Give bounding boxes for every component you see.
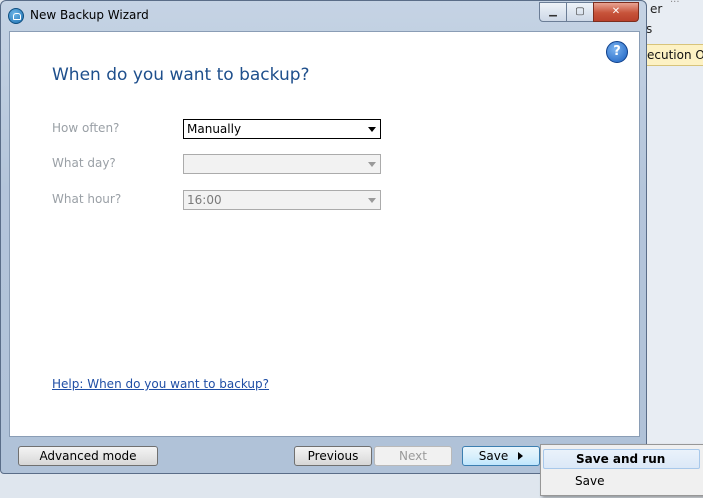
app-icon [8, 8, 24, 24]
close-icon: ✕ [611, 6, 621, 17]
advanced-mode-button[interactable]: Advanced mode [18, 446, 158, 466]
what-day-label: What day? [52, 156, 116, 170]
save-button-label: Save [478, 449, 509, 463]
help-icon[interactable]: ? [606, 41, 628, 63]
chevron-down-icon [368, 162, 376, 167]
chevron-down-icon [368, 127, 376, 132]
background-application: ... er s ecution Or [640, 0, 703, 498]
play-arrow-icon [518, 452, 524, 460]
how-often-dropdown[interactable]: Manually [183, 119, 381, 139]
menu-item-save-and-run[interactable]: Save and run [543, 449, 700, 469]
what-hour-value: 16:00 [187, 193, 222, 207]
what-hour-label: What hour? [52, 192, 122, 206]
window-title: New Backup Wizard [30, 8, 149, 22]
how-often-label: How often? [52, 121, 120, 135]
background-faint-text: ... [670, 0, 680, 5]
wizard-content: ? When do you want to backup? How often?… [9, 31, 640, 437]
save-split-button[interactable]: Save [462, 446, 540, 466]
previous-button[interactable]: Previous [294, 446, 372, 466]
next-button[interactable]: Next [374, 446, 452, 466]
save-dropdown-menu: Save and run Save [540, 444, 703, 496]
what-hour-dropdown[interactable]: 16:00 [183, 190, 381, 210]
maximize-icon: ▢ [575, 6, 585, 17]
page-title: When do you want to backup? [52, 65, 310, 85]
how-often-value: Manually [187, 122, 242, 136]
what-day-dropdown[interactable] [183, 154, 381, 174]
close-button[interactable]: ✕ [593, 2, 639, 22]
chevron-down-icon [368, 198, 376, 203]
help-link[interactable]: Help: When do you want to backup? [52, 377, 269, 391]
title-bar[interactable]: New Backup Wizard ▁ ▢ ✕ [1, 1, 646, 31]
background-tab[interactable]: ecution Or [646, 44, 703, 66]
maximize-button[interactable]: ▢ [566, 2, 594, 22]
wizard-window: New Backup Wizard ▁ ▢ ✕ ? When do you wa… [0, 0, 647, 474]
menu-item-save[interactable]: Save [543, 471, 700, 491]
minimize-button[interactable]: ▁ [539, 2, 567, 22]
minimize-icon: ▁ [549, 6, 557, 17]
background-text: er [650, 2, 663, 16]
